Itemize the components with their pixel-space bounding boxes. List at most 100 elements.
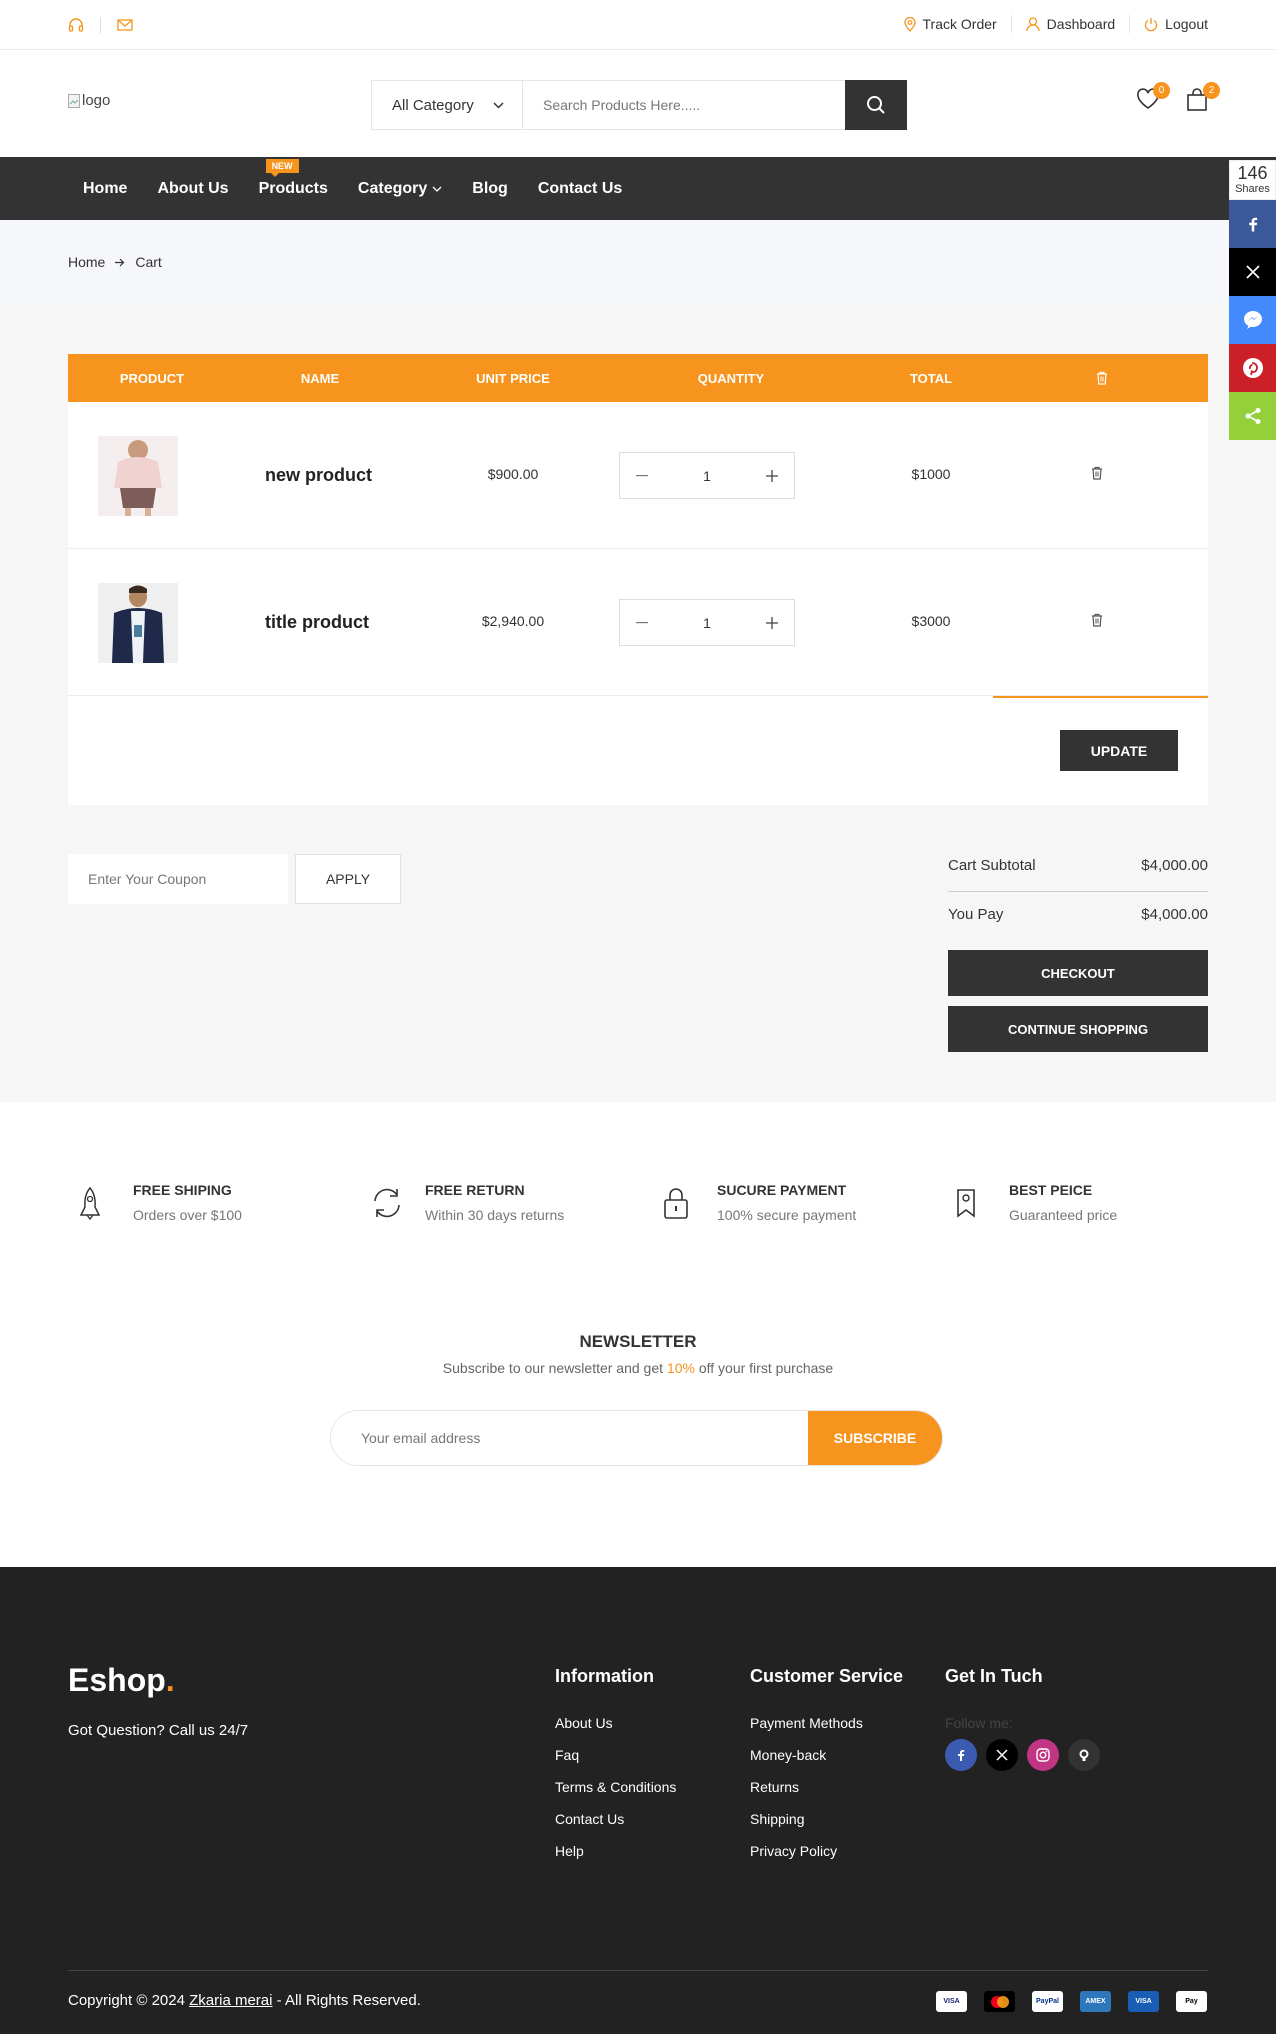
plus-button[interactable]	[750, 600, 794, 645]
category-select-value: All Category	[392, 96, 474, 114]
minus-button[interactable]	[620, 600, 664, 645]
share-messenger-button[interactable]	[1229, 296, 1276, 344]
pinterest-icon	[1242, 357, 1264, 379]
divider	[948, 891, 1208, 892]
subtotal-value: $4,000.00	[1141, 857, 1208, 874]
share-count-value: 146	[1237, 163, 1268, 183]
breadcrumb-home[interactable]: Home	[68, 254, 105, 270]
trash-icon	[1091, 466, 1105, 480]
product-name[interactable]: new product	[265, 465, 372, 486]
minus-button[interactable]	[620, 453, 664, 498]
search-button[interactable]	[845, 80, 907, 130]
facebook-icon[interactable]	[945, 1739, 977, 1771]
table-row: title product $2,940.00 1 $3000	[68, 549, 1208, 696]
service-subtitle: 100% secure payment	[717, 1207, 857, 1223]
footer-link[interactable]: Shipping	[750, 1811, 903, 1843]
product-image[interactable]	[98, 436, 178, 516]
category-select[interactable]: All Category	[372, 81, 523, 129]
quantity-stepper: 1	[619, 452, 795, 499]
share-pinterest-button[interactable]	[1229, 344, 1276, 392]
footer-link[interactable]: Contact Us	[555, 1811, 676, 1843]
cart-table-header: PRODUCT NAME UNIT PRICE QUANTITY TOTAL	[68, 354, 1208, 402]
mastercard-icon	[984, 1991, 1015, 2012]
share-sidebar: 146 Shares	[1229, 160, 1276, 440]
footer-logo-dot: .	[165, 1662, 175, 1698]
subtotal-row: Cart Subtotal $4,000.00	[948, 857, 1208, 874]
rocket-icon	[78, 1186, 110, 1222]
topbar: Track Order Dashboard Logout	[0, 0, 1276, 50]
footer-link[interactable]: About Us	[555, 1715, 676, 1747]
share-x-button[interactable]	[1229, 248, 1276, 296]
share-more-button[interactable]	[1229, 392, 1276, 440]
share-facebook-button[interactable]	[1229, 200, 1276, 248]
product-name[interactable]: title product	[265, 612, 369, 633]
subscribe-button[interactable]: SUBSCRIBE	[808, 1411, 942, 1465]
nav-item-blog[interactable]: Blog	[457, 180, 523, 198]
visa-electron-icon: VISA	[1128, 1991, 1159, 2012]
update-cart-button[interactable]: UPDATE	[1060, 730, 1178, 771]
facebook-icon	[1248, 216, 1258, 232]
dashboard-link[interactable]: Dashboard	[1026, 16, 1115, 32]
wishlist-button[interactable]: 0	[1136, 82, 1170, 114]
product-image[interactable]	[98, 583, 178, 663]
paypal-icon: PayPal	[1032, 1991, 1063, 2012]
main-nav: Home About Us NEW Products Category Blog …	[0, 157, 1276, 220]
service-title: FREE SHIPING	[133, 1182, 232, 1198]
footer-logo-text: Eshop	[68, 1662, 166, 1698]
logout-link[interactable]: Logout	[1144, 16, 1208, 32]
cart-button[interactable]: 2	[1186, 82, 1220, 114]
plus-button[interactable]	[750, 453, 794, 498]
you-pay-label: You Pay	[948, 906, 1004, 923]
footer-link[interactable]: Money-back	[750, 1747, 903, 1779]
footer-link[interactable]: Faq	[555, 1747, 676, 1779]
arrow-right-icon	[115, 258, 125, 267]
quantity-value[interactable]: 1	[703, 468, 711, 484]
service-subtitle: Within 30 days returns	[425, 1207, 565, 1223]
quantity-stepper: 1	[619, 599, 795, 646]
footer-link[interactable]: Payment Methods	[750, 1715, 903, 1747]
email-input[interactable]	[331, 1411, 808, 1465]
footer-link[interactable]: Privacy Policy	[750, 1843, 903, 1875]
apply-coupon-button[interactable]: APPLY	[295, 854, 401, 904]
coupon-input[interactable]	[68, 854, 288, 904]
col-header-unit-price: UNIT PRICE	[476, 370, 550, 386]
row-total: $1000	[911, 466, 951, 482]
github-icon[interactable]	[1068, 1739, 1100, 1771]
footer-column-title: Customer Service	[750, 1666, 904, 1686]
apple-pay-icon: Pay	[1176, 1991, 1207, 2012]
copyright-author-link[interactable]: Zkaria merai	[189, 1992, 272, 2009]
chevron-down-icon	[493, 101, 504, 109]
footer-link[interactable]: Returns	[750, 1779, 903, 1811]
continue-shopping-button[interactable]: CONTINUE SHOPPING	[948, 1006, 1208, 1052]
row-total: $3000	[911, 613, 951, 629]
site-logo[interactable]: logo	[68, 92, 110, 109]
unit-price: $900.00	[487, 466, 539, 482]
newsletter-section: NEWSLETTER Subscribe to our newsletter a…	[0, 1272, 1276, 1567]
instagram-icon[interactable]	[1027, 1739, 1059, 1771]
nav-item-category[interactable]: Category	[343, 180, 457, 198]
breadcrumb-current: Cart	[135, 254, 162, 270]
x-twitter-icon[interactable]	[986, 1739, 1018, 1771]
payment-methods: VISA PayPal AMEX VISA Pay	[936, 1991, 1207, 2012]
visa-icon: VISA	[936, 1991, 967, 2012]
nav-item-contact-us[interactable]: Contact Us	[523, 180, 637, 198]
search-icon	[866, 95, 886, 115]
nav-item-products[interactable]: NEW Products	[244, 158, 343, 198]
remove-item-button[interactable]	[1091, 466, 1105, 482]
nav-item-home[interactable]: Home	[68, 180, 142, 198]
nav-item-about-us[interactable]: About Us	[142, 180, 243, 198]
newsletter-text-after: off your first purchase	[694, 1360, 834, 1376]
footer-link[interactable]: Terms & Conditions	[555, 1779, 676, 1811]
newsletter-title: NEWSLETTER	[579, 1332, 697, 1351]
refresh-icon	[370, 1186, 402, 1222]
table-row: new product $900.00 1 $1000	[68, 402, 1208, 549]
footer-information: Information About Us Faq Terms & Conditi…	[555, 1666, 676, 1875]
checkout-button[interactable]: CHECKOUT	[948, 950, 1208, 996]
search-input[interactable]	[523, 81, 845, 129]
track-order-link[interactable]: Track Order	[903, 16, 997, 32]
remove-item-button[interactable]	[1091, 613, 1105, 629]
footer-link[interactable]: Help	[555, 1843, 676, 1875]
footer-logo[interactable]: Eshop.	[68, 1662, 175, 1699]
trash-icon	[1022, 354, 1182, 402]
quantity-value[interactable]: 1	[703, 615, 711, 631]
